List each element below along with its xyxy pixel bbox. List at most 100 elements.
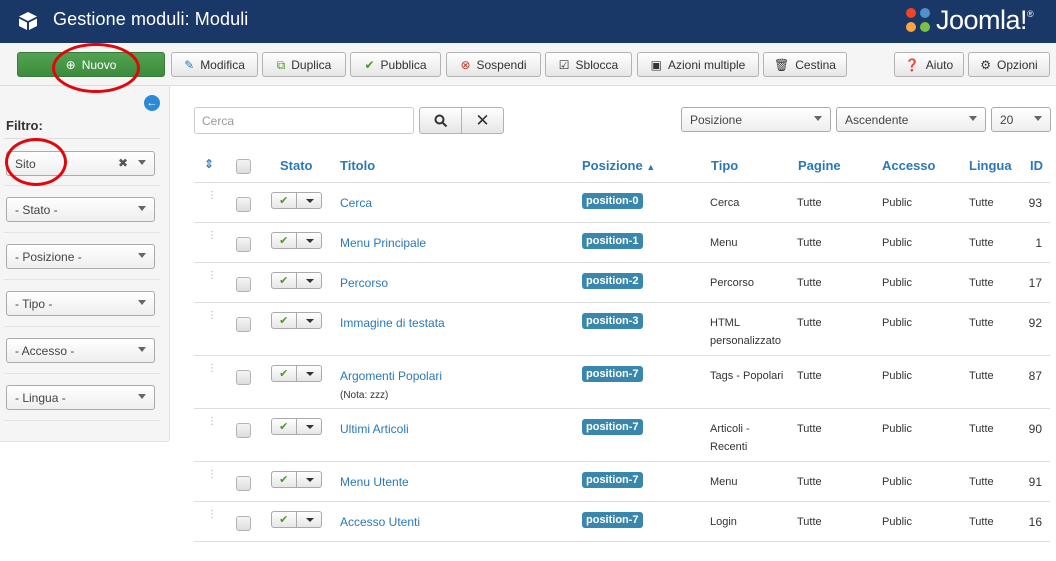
app-header: Gestione moduli: Moduli Joomla!® xyxy=(0,0,1056,43)
column-header-title[interactable]: Titolo xyxy=(340,158,375,173)
column-header-access[interactable]: Accesso xyxy=(882,158,935,173)
module-type: Tags - Popolari xyxy=(710,370,784,382)
row-checkbox[interactable] xyxy=(236,370,251,385)
drag-handle-icon[interactable]: ⋮ xyxy=(207,417,217,430)
checkin-button[interactable]: ☑ Sblocca xyxy=(545,52,632,77)
table-row: ⋮ ✔ Percorso position-2 Percorso Tutte P… xyxy=(194,263,1050,303)
module-title-link[interactable]: Argomenti Popolari xyxy=(340,369,442,383)
published-check-icon[interactable]: ✔ xyxy=(272,472,297,487)
search-button[interactable] xyxy=(419,107,462,134)
module-pages: Tutte xyxy=(797,516,822,528)
column-header-type[interactable]: Tipo xyxy=(711,158,738,173)
module-access: Public xyxy=(882,277,912,289)
published-check-icon[interactable]: ✔ xyxy=(272,512,297,527)
drag-handle-icon[interactable]: ⋮ xyxy=(207,191,217,204)
sort-field-select[interactable]: Posizione xyxy=(681,107,831,132)
position-badge: position-7 xyxy=(582,419,643,435)
filter-access-value: - Accesso - xyxy=(15,343,75,358)
published-check-icon[interactable]: ✔ xyxy=(272,273,297,288)
list-limit-select[interactable]: 20 xyxy=(991,107,1051,132)
status-dropdown-button[interactable] xyxy=(297,512,321,527)
row-checkbox[interactable] xyxy=(236,237,251,252)
column-header-id[interactable]: ID xyxy=(1030,158,1043,173)
sort-direction-select[interactable]: Ascendente xyxy=(836,107,986,132)
drag-handle-icon[interactable]: ⋮ xyxy=(207,271,217,284)
filter-position-select[interactable]: - Posizione - xyxy=(6,244,155,269)
status-dropdown-button[interactable] xyxy=(297,472,321,487)
row-checkbox[interactable] xyxy=(236,516,251,531)
filter-language-select[interactable]: - Lingua - xyxy=(6,385,155,410)
column-header-language[interactable]: Lingua xyxy=(969,158,1012,173)
drag-handle-icon[interactable]: ⋮ xyxy=(207,364,217,377)
module-title-link[interactable]: Ultimi Articoli xyxy=(340,422,409,436)
status-toggle[interactable]: ✔ xyxy=(271,232,322,249)
module-title-link[interactable]: Percorso xyxy=(340,276,388,290)
status-dropdown-button[interactable] xyxy=(297,233,321,248)
published-check-icon[interactable]: ✔ xyxy=(272,193,297,208)
row-checkbox[interactable] xyxy=(236,197,251,212)
module-title-link[interactable]: Menu Principale xyxy=(340,236,426,250)
module-title-link[interactable]: Immagine di testata xyxy=(340,316,445,330)
edit-button[interactable]: ✎ Modifica xyxy=(171,52,258,77)
column-header-pages[interactable]: Pagine xyxy=(798,158,841,173)
row-checkbox[interactable] xyxy=(236,317,251,332)
drag-handle-icon[interactable]: ⋮ xyxy=(207,231,217,244)
row-checkbox[interactable] xyxy=(236,476,251,491)
published-check-icon[interactable]: ✔ xyxy=(272,419,297,434)
published-check-icon[interactable]: ✔ xyxy=(272,366,297,381)
trash-button-label: Cestina xyxy=(795,57,836,72)
status-dropdown-button[interactable] xyxy=(297,419,321,434)
status-dropdown-button[interactable] xyxy=(297,313,321,328)
status-toggle[interactable]: ✔ xyxy=(271,471,322,488)
status-dropdown-button[interactable] xyxy=(297,273,321,288)
drag-handle-icon[interactable]: ⋮ xyxy=(207,470,217,483)
search-input[interactable]: Cerca xyxy=(194,107,414,134)
trash-button[interactable]: 🗑 Cestina xyxy=(763,52,847,77)
square-icon: ▣ xyxy=(650,57,662,72)
clear-icon[interactable]: ✖ xyxy=(118,156,128,170)
filter-site-select[interactable]: Sito ✖ xyxy=(6,151,155,176)
module-id: 16 xyxy=(1028,515,1042,529)
new-button[interactable]: ⊕ Nuovo xyxy=(17,52,165,77)
batch-button[interactable]: ▣ Azioni multiple xyxy=(637,52,759,77)
options-button[interactable]: ⚙ Opzioni xyxy=(968,52,1050,77)
duplicate-button[interactable]: ⧉ Duplica xyxy=(262,52,346,77)
collapse-sidebar-icon[interactable]: ← xyxy=(144,95,160,111)
status-dropdown-button[interactable] xyxy=(297,193,321,208)
clear-search-button[interactable]: ✕ xyxy=(461,107,504,134)
module-title-link[interactable]: Accesso Utenti xyxy=(340,515,420,529)
ordering-sort-icon[interactable]: ⇕ xyxy=(204,157,214,171)
publish-button[interactable]: ✔ Pubblica xyxy=(350,52,441,77)
row-checkbox[interactable] xyxy=(236,423,251,438)
status-toggle[interactable]: ✔ xyxy=(271,272,322,289)
status-toggle[interactable]: ✔ xyxy=(271,511,322,528)
status-toggle[interactable]: ✔ xyxy=(271,365,322,382)
filter-type-select[interactable]: - Tipo - xyxy=(6,291,155,316)
status-toggle[interactable]: ✔ xyxy=(271,192,322,209)
filter-site-value: Sito xyxy=(15,156,36,171)
help-button[interactable]: ❓ Aiuto xyxy=(894,52,964,77)
filter-state-select[interactable]: - Stato - xyxy=(6,197,155,222)
trash-icon: 🗑 xyxy=(774,57,790,72)
unpublish-button[interactable]: ⊗ Sospendi xyxy=(446,52,541,77)
divider xyxy=(4,232,160,233)
published-check-icon[interactable]: ✔ xyxy=(272,313,297,328)
status-toggle[interactable]: ✔ xyxy=(271,312,322,329)
module-language: Tutte xyxy=(969,317,994,329)
column-header-status[interactable]: Stato xyxy=(280,158,313,173)
module-title-link[interactable]: Menu Utente xyxy=(340,475,409,489)
module-access: Public xyxy=(882,476,912,488)
status-dropdown-button[interactable] xyxy=(297,366,321,381)
status-toggle[interactable]: ✔ xyxy=(271,418,322,435)
module-id: 92 xyxy=(1028,316,1042,330)
module-title-link[interactable]: Cerca xyxy=(340,196,372,210)
publish-button-label: Pubblica xyxy=(380,57,427,72)
column-header-position[interactable]: Posizione ▲ xyxy=(582,158,655,173)
drag-handle-icon[interactable]: ⋮ xyxy=(207,510,217,523)
published-check-icon[interactable]: ✔ xyxy=(272,233,297,248)
position-badge: position-7 xyxy=(582,366,643,382)
select-all-checkbox[interactable] xyxy=(236,159,251,174)
filter-access-select[interactable]: - Accesso - xyxy=(6,338,155,363)
drag-handle-icon[interactable]: ⋮ xyxy=(207,311,217,324)
row-checkbox[interactable] xyxy=(236,277,251,292)
